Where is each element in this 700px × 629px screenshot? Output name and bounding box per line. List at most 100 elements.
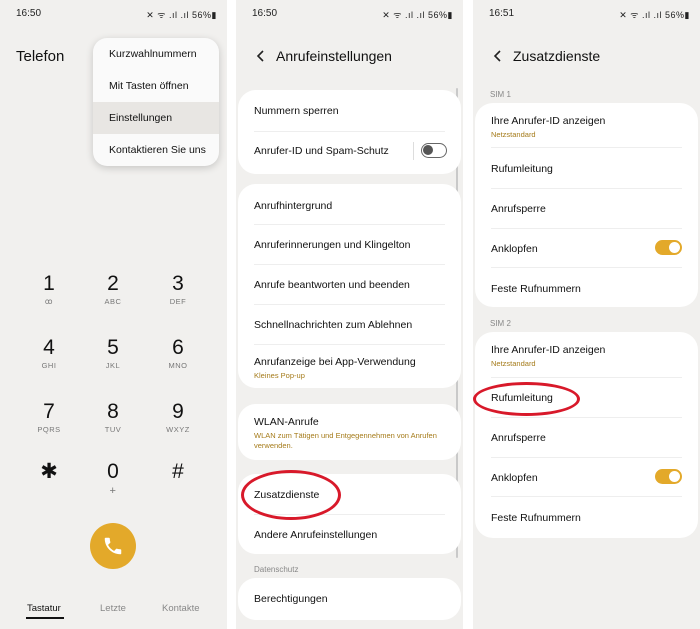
highlight-circle [241,470,341,520]
setting-label: Anrufe beantworten und beenden [254,279,410,291]
key-digit: 0 [107,460,119,483]
setting-label: Anrufanzeige bei App-Verwendung [254,356,416,368]
key-star[interactable]: ✱ [19,460,79,508]
key-hash[interactable]: # [148,460,208,508]
key-letters: JKL [105,361,121,370]
menu-item-open-with-keys[interactable]: Mit Tasten öffnen [93,70,219,102]
key-digit: 8 [107,400,119,423]
sim1-call-barring[interactable]: Anrufsperre [491,203,682,215]
setting-sublabel: WLAN zum Tätigen und Entgegennehmen von … [254,431,437,450]
sim1-fixed-dialing[interactable]: Feste Rufnummern [491,283,682,295]
key-6[interactable]: 6 MNO [148,336,208,384]
divider [491,496,682,497]
page-title: Zusatzdienste [513,48,601,64]
key-letters: + [109,485,117,497]
setting-caller-id-spam[interactable]: Anrufer-ID und Spam-Schutz [254,145,445,157]
setting-label: Berechtigungen [254,593,328,605]
setting-quick-decline[interactable]: Schnellnachrichten zum Ablehnen [254,319,445,331]
key-digit: 7 [43,400,55,423]
key-8[interactable]: 8 TUV [83,400,143,448]
status-bar: 16:50 ✕ ᯤ .ıl .ıl 56%▮ [236,8,463,22]
highlight-circle [473,382,580,416]
overflow-menu: Kurzwahlnummern Mit Tasten öffnen Einste… [93,38,219,166]
key-digit: 9 [172,400,184,423]
setting-permissions[interactable]: Berechtigungen [254,593,445,605]
settings-card-blocking: Nummern sperren Anrufer-ID und Spam-Schu… [238,90,461,174]
setting-block-numbers[interactable]: Nummern sperren [254,105,445,117]
sim2-card: Ihre Anrufer-ID anzeigen Netzstandard Ruf… [475,332,698,538]
setting-call-background[interactable]: Anrufhintergrund [254,200,445,212]
tab-contacts[interactable]: Kontakte [162,603,200,614]
setting-label: Rufumleitung [491,163,553,175]
asterisk-icon: ✱ [40,460,58,483]
tab-keypad[interactable]: Tastatur [27,603,61,614]
setting-call-display[interactable]: Anrufanzeige bei App-Verwendung Kleines P… [254,356,445,380]
key-5[interactable]: 5 JKL [83,336,143,384]
status-bar: 16:51 ✕ ᯤ .ıl .ıl 56%▮ [473,8,700,22]
key-2[interactable]: 2 ABC [83,272,143,320]
divider [491,147,682,148]
setting-label: Andere Anrufeinstellungen [254,529,378,541]
sim2-fixed-dialing[interactable]: Feste Rufnummern [491,512,682,524]
status-icons: ✕ ᯤ .ıl .ıl 56%▮ [146,10,217,20]
key-digit: 6 [172,336,184,359]
setting-label: Anruferinnerungen und Klingelton [254,239,411,251]
key-digit: 1 [43,272,55,295]
key-letters: WXYZ [166,425,190,434]
call-button[interactable] [90,523,136,569]
setting-label: Anrufsperre [491,432,546,444]
key-letters: PQRS [37,425,61,434]
sim2-call-barring[interactable]: Anrufsperre [491,432,682,444]
section-label-sim2: SIM 2 [490,319,511,328]
caller-id-spam-toggle[interactable] [421,143,447,158]
key-digit: # [172,460,184,483]
divider [491,417,682,418]
key-letters: MNO [168,361,188,370]
key-digit: 5 [107,336,119,359]
key-9[interactable]: 9 WXYZ [148,400,208,448]
setting-label: Anrufsperre [491,203,546,215]
sim1-call-forwarding[interactable]: Rufumleitung [491,163,682,175]
menu-item-speed-dial[interactable]: Kurzwahlnummern [93,38,219,70]
divider [254,131,445,132]
key-0[interactable]: 0 + [83,460,143,508]
setting-sublabel: Kleines Pop-up [254,371,305,380]
back-button[interactable] [254,49,268,63]
setting-wifi-calling[interactable]: WLAN-Anrufe WLAN zum Tätigen und Entgegen… [254,416,445,451]
key-4[interactable]: 4 GHI [19,336,79,384]
sim2-call-waiting-toggle[interactable] [655,469,682,484]
sim1-show-caller-id[interactable]: Ihre Anrufer-ID anzeigen Netzstandard [491,115,682,139]
back-button[interactable] [491,49,505,63]
settings-card-wifi: WLAN-Anrufe WLAN zum Tätigen und Entgegen… [238,404,461,460]
sim2-show-caller-id[interactable]: Ihre Anrufer-ID anzeigen Netzstandard [491,344,682,368]
divider [491,457,682,458]
setting-answer-end[interactable]: Anrufe beantworten und beenden [254,279,445,291]
settings-card-calls: Anrufhintergrund Anruferinnerungen und K… [238,184,461,388]
key-1[interactable]: 1 ꝏ [19,272,79,320]
divider [254,344,445,345]
key-3[interactable]: 3 DEF [148,272,208,320]
sim2-call-waiting[interactable]: Anklopfen [491,472,682,484]
setting-ringtone[interactable]: Anruferinnerungen und Klingelton [254,239,445,251]
phone-icon [104,537,122,555]
setting-label: WLAN-Anrufe [254,416,319,428]
menu-item-settings[interactable]: Einstellungen [93,102,219,134]
tab-recents[interactable]: Letzte [100,603,126,614]
setting-label: Anklopfen [491,243,538,255]
divider [491,267,682,268]
setting-label: Nummern sperren [254,105,339,117]
battery-level: 56% [192,10,212,20]
status-icons: ✕ ᯤ .ıl .ıl 56%▮ [382,10,453,20]
section-label-privacy: Datenschutz [254,565,299,574]
sim1-call-waiting[interactable]: Anklopfen [491,243,682,255]
key-7[interactable]: 7 PQRS [19,400,79,448]
chevron-left-icon [256,50,264,62]
sim1-call-waiting-toggle[interactable] [655,240,682,255]
battery-level: 56% [428,10,448,20]
setting-other-call-settings[interactable]: Andere Anrufeinstellungen [254,529,445,541]
divider [254,304,445,305]
setting-label: Anrufhintergrund [254,200,333,212]
setting-label: Feste Rufnummern [491,512,581,524]
battery-level: 56% [665,10,685,20]
menu-item-contact-us[interactable]: Kontaktieren Sie uns [93,134,219,166]
